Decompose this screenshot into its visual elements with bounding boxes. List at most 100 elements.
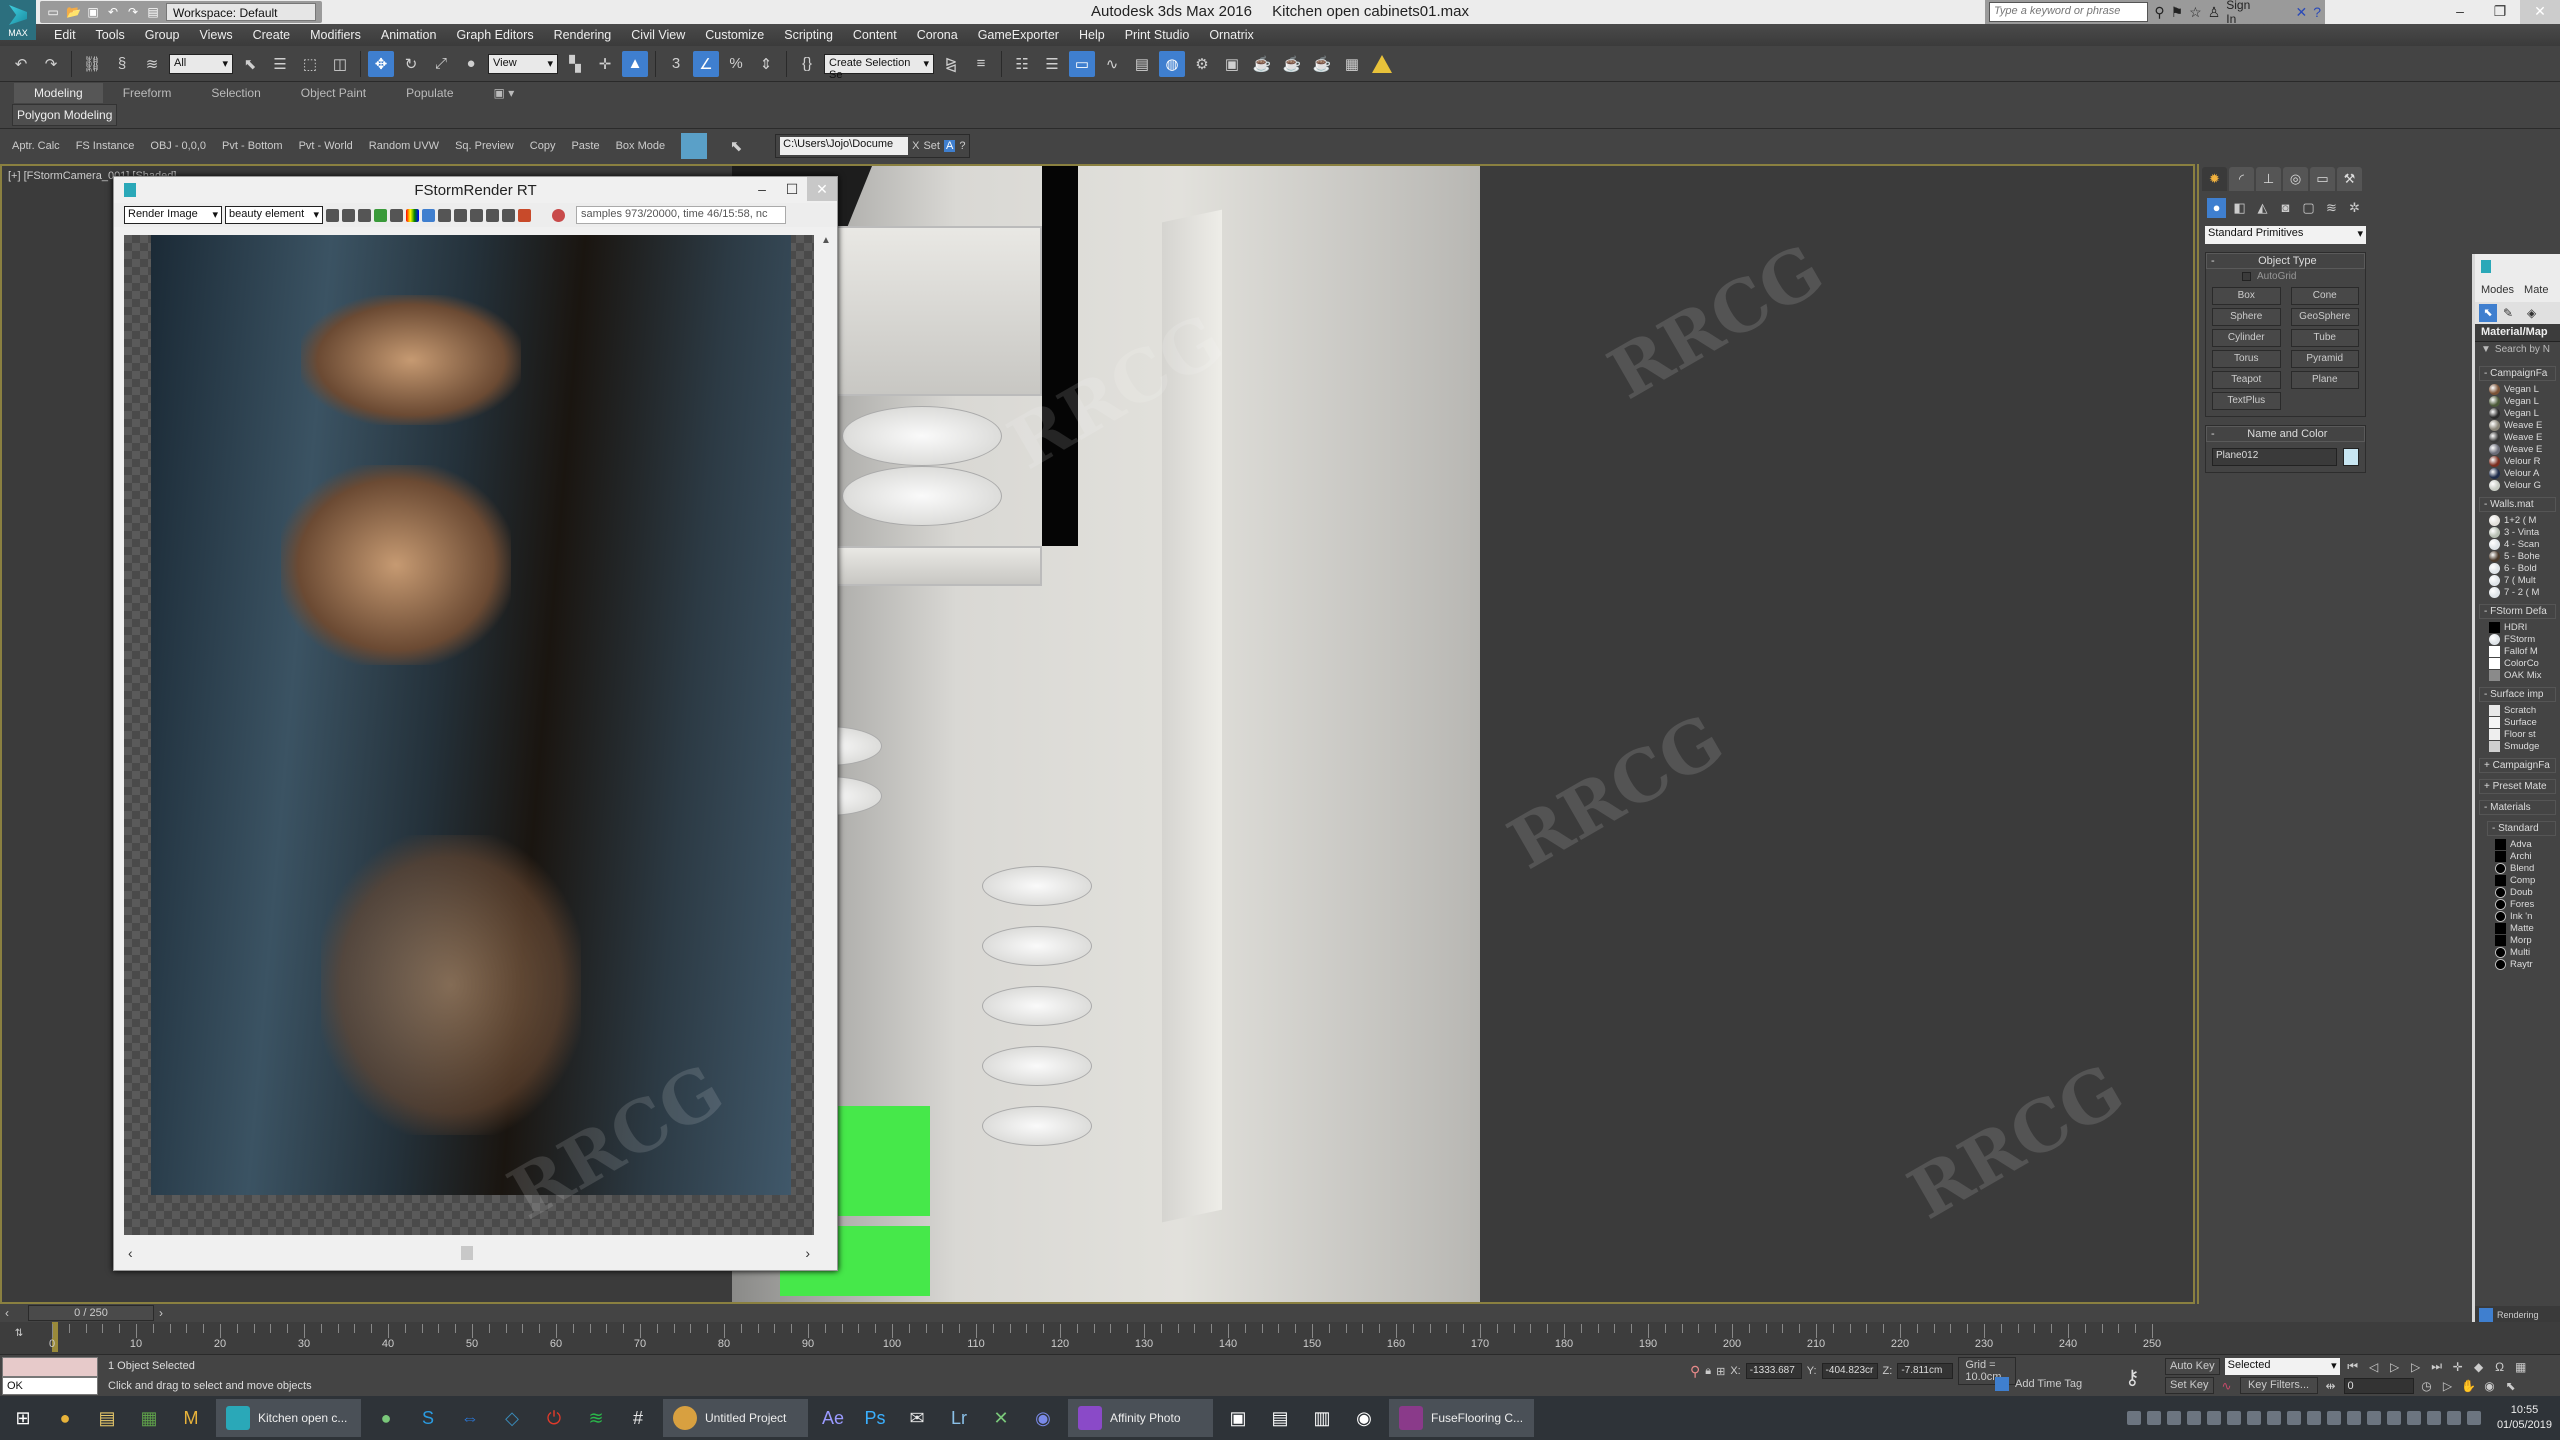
fstorm-render-window[interactable]: FStormRender RT – ☐ ✕ Render Image ▾ beau… bbox=[113, 176, 838, 1271]
modify-tab-icon[interactable]: ◜ bbox=[2229, 167, 2254, 191]
save-image-icon[interactable] bbox=[342, 208, 355, 222]
key-filters-button[interactable]: Key Filters... bbox=[2239, 1377, 2318, 1394]
region-lock-icon[interactable] bbox=[486, 208, 499, 222]
link-icon[interactable]: ⛓ bbox=[79, 51, 105, 77]
lights-icon[interactable]: ◭ bbox=[2253, 198, 2272, 218]
time-slider-thumb[interactable]: 0 / 250 bbox=[28, 1305, 154, 1321]
material-list-item[interactable]: 7 - 2 ( M bbox=[2489, 586, 2560, 598]
goto-end-icon[interactable]: ⏭ bbox=[2429, 1359, 2445, 1374]
material-group-header[interactable]: - FStorm Defa bbox=[2479, 604, 2556, 619]
material-list-item[interactable]: Surface bbox=[2489, 716, 2560, 728]
render-setup-icon[interactable]: ⚙ bbox=[1189, 51, 1215, 77]
mail-icon[interactable]: ✉ bbox=[900, 1401, 934, 1435]
script-button[interactable]: Random UVW bbox=[369, 140, 439, 152]
file-explorer-icon[interactable]: ▤ bbox=[90, 1401, 124, 1435]
script-icon-1[interactable] bbox=[681, 132, 708, 159]
ribbon-options-icon[interactable]: ▣ ▾ bbox=[474, 83, 535, 103]
eyedropper-icon[interactable]: ✎ bbox=[2503, 304, 2521, 322]
subscription-icon[interactable]: ⚑ bbox=[2171, 4, 2184, 21]
redo-icon[interactable]: ↷ bbox=[126, 5, 140, 19]
walk-through-icon[interactable]: ◉ bbox=[2482, 1379, 2498, 1393]
render-iterative-icon[interactable]: ☕ bbox=[1279, 51, 1305, 77]
select-object-icon[interactable]: ⬉ bbox=[237, 51, 263, 77]
path-a-button[interactable]: A bbox=[943, 139, 956, 152]
tray-icon[interactable] bbox=[2126, 1411, 2141, 1425]
taskbar-window-3dsmax[interactable]: Kitchen open c... bbox=[216, 1399, 361, 1437]
render-element-dropdown[interactable]: beauty element ▾ bbox=[225, 206, 323, 224]
tray-icon[interactable] bbox=[2286, 1411, 2301, 1425]
add-time-tag[interactable]: Add Time Tag bbox=[1995, 1377, 2082, 1391]
taskbar-window-winrar[interactable]: FuseFlooring C... bbox=[1389, 1399, 1534, 1437]
orbit-icon[interactable]: Ω bbox=[2492, 1360, 2508, 1374]
new-file-icon[interactable]: ▭ bbox=[46, 5, 60, 19]
maxscript-listener-mini[interactable] bbox=[2, 1357, 98, 1377]
play-icon[interactable]: ▷ bbox=[2387, 1360, 2403, 1374]
menu-scripting[interactable]: Scripting bbox=[774, 28, 843, 42]
close-button[interactable]: ✕ bbox=[2520, 0, 2560, 24]
spacewarps-icon[interactable]: ≋ bbox=[2322, 198, 2341, 218]
tray-icon[interactable] bbox=[2306, 1411, 2321, 1425]
rect-selection-icon[interactable]: ⬚ bbox=[297, 51, 323, 77]
motion-tab-icon[interactable]: ◎ bbox=[2283, 167, 2308, 191]
material-list-item[interactable]: Vegan L bbox=[2489, 395, 2560, 407]
menu-tools[interactable]: Tools bbox=[86, 28, 135, 42]
viewport-scene-render[interactable] bbox=[732, 166, 1480, 1302]
zoom-extents-icon[interactable]: ✛ bbox=[2450, 1360, 2466, 1374]
material-group-collapsed[interactable]: + CampaignFa bbox=[2479, 758, 2556, 773]
workspace-dropdown[interactable]: Workspace: Default bbox=[166, 3, 316, 21]
primitive-sphere-button[interactable]: Sphere bbox=[2212, 308, 2281, 326]
track-bar[interactable]: ⇅ 0 10 20 30 40 50 60 70 80 90 100 110 120 130 140 150 1… bbox=[0, 1322, 2560, 1354]
y-coordinate-field[interactable]: -404.823cr bbox=[1821, 1363, 1878, 1379]
shapes-icon[interactable]: ◧ bbox=[2230, 198, 2249, 218]
edit-named-sets-icon[interactable]: {} bbox=[794, 51, 820, 77]
undo-icon[interactable]: ↶ bbox=[8, 51, 34, 77]
tray-icon[interactable] bbox=[2386, 1411, 2401, 1425]
refresh-render-icon[interactable] bbox=[552, 208, 565, 222]
current-frame-field[interactable]: 0 bbox=[2343, 1377, 2414, 1394]
autogrid-checkbox[interactable]: AutoGrid bbox=[2206, 269, 2365, 284]
script-button[interactable]: OBJ - 0,0,0 bbox=[150, 140, 206, 152]
maximize-viewport-icon[interactable]: ▦ bbox=[2513, 1360, 2529, 1374]
slack-icon[interactable]: # bbox=[621, 1401, 655, 1435]
app-menu-button[interactable]: MAX bbox=[0, 0, 36, 40]
z-coordinate-field[interactable]: -7.811cm bbox=[1897, 1363, 1954, 1379]
material-list-item[interactable]: Floor st bbox=[2489, 728, 2560, 740]
object-type-header[interactable]: - Object Type bbox=[2206, 253, 2365, 269]
redo-icon[interactable]: ↷ bbox=[38, 51, 64, 77]
select-tool-icon[interactable]: ⬉ bbox=[2479, 304, 2497, 322]
curve-editor-icon[interactable]: ∿ bbox=[1099, 51, 1125, 77]
warning-icon[interactable] bbox=[1369, 51, 1395, 77]
render-in-cloud-icon[interactable]: ▦ bbox=[1339, 51, 1365, 77]
render-maximize-button[interactable]: ☐ bbox=[777, 177, 807, 201]
material-type-item[interactable]: Multi bbox=[2495, 946, 2560, 958]
windows-start-icon[interactable]: ⊞ bbox=[6, 1401, 40, 1435]
auto-key-button[interactable]: Auto Key bbox=[2165, 1358, 2220, 1375]
script-button[interactable]: Paste bbox=[571, 140, 599, 152]
color-channels-icon[interactable] bbox=[406, 208, 419, 222]
track-ruler[interactable]: 0 10 20 30 40 50 60 70 80 90 100 110 120 130 140 150 160… bbox=[49, 1322, 2161, 1354]
set-key-icon[interactable]: ⚷ bbox=[2125, 1365, 2140, 1390]
select-move-icon[interactable]: ✥ bbox=[368, 50, 394, 77]
geometry-icon[interactable]: ● bbox=[2207, 198, 2226, 218]
menu-gameexporter[interactable]: GameExporter bbox=[968, 28, 1069, 42]
key-mode-dropdown[interactable]: Selected ▾ bbox=[2224, 1358, 2340, 1375]
script-button[interactable]: Pvt - Bottom bbox=[222, 140, 283, 152]
material-list-item[interactable]: 3 - Vinta bbox=[2489, 526, 2560, 538]
time-slider[interactable]: ‹ 0 / 250 › bbox=[0, 1304, 2195, 1322]
tray-icon[interactable] bbox=[2246, 1411, 2261, 1425]
angle-snap-icon[interactable]: ∠ bbox=[693, 50, 719, 77]
binoculars-icon[interactable]: ⚲ bbox=[2154, 4, 2164, 21]
tray-icon[interactable] bbox=[2266, 1411, 2281, 1425]
menu-civil-view[interactable]: Civil View bbox=[621, 28, 695, 42]
menu-help[interactable]: Help bbox=[1069, 28, 1115, 42]
menu-corona[interactable]: Corona bbox=[907, 28, 968, 42]
absolute-mode-icon[interactable]: ⊞ bbox=[1716, 1365, 1725, 1378]
chrome-icon[interactable]: ● bbox=[48, 1401, 82, 1435]
render-minimize-button[interactable]: – bbox=[747, 177, 777, 201]
rendered-frame-window-icon[interactable]: ▣ bbox=[1219, 51, 1245, 77]
open-file-icon[interactable]: 📂 bbox=[66, 5, 81, 19]
schematic-view-icon[interactable]: ▤ bbox=[1129, 51, 1155, 77]
time-config-icon[interactable]: ◷ bbox=[2419, 1379, 2435, 1393]
material-type-item[interactable]: Archi bbox=[2495, 850, 2560, 862]
material-list-item[interactable]: 4 - Scan bbox=[2489, 538, 2560, 550]
